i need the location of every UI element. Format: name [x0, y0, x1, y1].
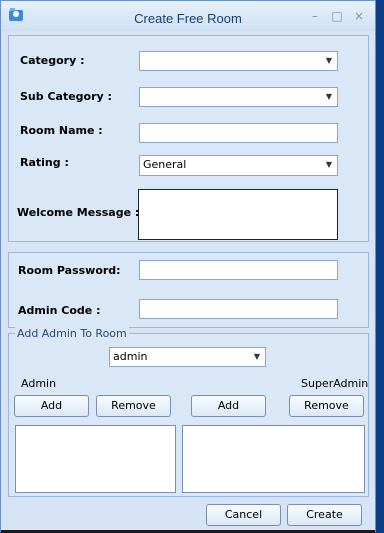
add-admin-button[interactable]: Add	[14, 395, 89, 417]
admin-user-select[interactable]: admin ▼	[109, 347, 266, 367]
add-superadmin-button[interactable]: Add	[191, 395, 266, 417]
chevron-down-icon: ▼	[325, 160, 332, 169]
room-info-group: Category : ▼ Sub Category : ▼ Room Name …	[8, 35, 369, 242]
superadmin-listbox[interactable]	[182, 425, 365, 493]
title-bar: Create Free Room – □ ×	[1, 1, 375, 31]
subcategory-select[interactable]: ▼	[139, 87, 338, 107]
maximize-icon[interactable]: □	[331, 10, 343, 22]
minimize-icon[interactable]: –	[309, 10, 321, 22]
welcome-message-label: Welcome Message :	[17, 206, 140, 219]
category-label: Category :	[20, 54, 85, 67]
chevron-down-icon: ▼	[253, 352, 260, 361]
add-admin-legend: Add Admin To Room	[15, 327, 129, 340]
room-password-label: Room Password:	[18, 264, 121, 277]
welcome-message-textarea[interactable]	[138, 189, 338, 240]
superadmin-list-label: SuperAdmin	[301, 377, 369, 390]
create-button[interactable]: Create	[287, 504, 362, 526]
cancel-button[interactable]: Cancel	[206, 504, 281, 526]
add-admin-group: Add Admin To Room admin ▼ Admin SuperAdm…	[8, 327, 369, 497]
chevron-down-icon: ▼	[325, 56, 332, 65]
subcategory-label: Sub Category :	[20, 90, 112, 103]
rating-select[interactable]: General ▼	[139, 155, 338, 176]
admin-code-label: Admin Code :	[18, 304, 101, 317]
admin-listbox[interactable]	[15, 425, 176, 493]
rating-label: Rating :	[20, 156, 69, 169]
remove-admin-button[interactable]: Remove	[96, 395, 171, 417]
room-name-input[interactable]	[139, 123, 338, 143]
close-icon[interactable]: ×	[353, 10, 365, 22]
create-room-window: Create Free Room – □ × Category : ▼ Sub …	[0, 0, 376, 533]
room-password-input[interactable]	[139, 260, 338, 280]
chevron-down-icon: ▼	[325, 92, 332, 101]
security-group: Room Password: Admin Code :	[8, 252, 369, 328]
admin-user-value: admin	[113, 350, 148, 363]
admin-list-label: Admin	[21, 377, 57, 390]
remove-superadmin-button[interactable]: Remove	[289, 395, 364, 417]
rating-value: General	[143, 158, 187, 171]
category-select[interactable]: ▼	[139, 51, 338, 71]
admin-code-input[interactable]	[139, 299, 338, 319]
room-name-label: Room Name :	[20, 124, 103, 137]
